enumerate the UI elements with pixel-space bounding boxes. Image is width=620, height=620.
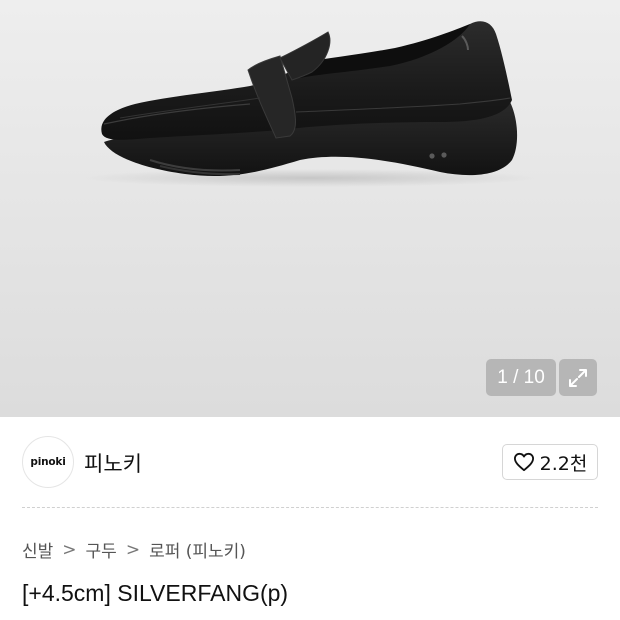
breadcrumb-item-shoes[interactable]: 신발 xyxy=(22,537,53,562)
image-counter: 1 / 10 xyxy=(486,359,556,396)
section-divider xyxy=(22,507,598,508)
like-button[interactable]: 2.2천 xyxy=(502,444,598,480)
breadcrumb-item-loafers[interactable]: 로퍼 (피노키) xyxy=(149,537,246,562)
brand-logo[interactable]: pinoki xyxy=(22,436,74,488)
brand-logo-text: pinoki xyxy=(30,456,66,468)
like-count: 2.2천 xyxy=(539,452,588,475)
heart-icon xyxy=(513,452,534,472)
chevron-right-icon: > xyxy=(62,539,77,560)
breadcrumb-item-dress-shoes[interactable]: 구두 xyxy=(86,537,117,562)
product-image-gallery[interactable]: 1 / 10 xyxy=(0,0,620,417)
breadcrumb: 신발 > 구두 > 로퍼 (피노키) xyxy=(22,537,246,563)
product-image[interactable] xyxy=(0,0,620,417)
product-title: [+4.5cm] SILVERFANG(p) xyxy=(22,580,289,606)
brand-name[interactable]: 피노키 xyxy=(84,448,142,478)
chevron-right-icon: > xyxy=(125,539,141,560)
brand-row: pinoki 피노키 2.2천 xyxy=(0,417,620,507)
expand-icon xyxy=(569,368,587,387)
expand-image-button[interactable] xyxy=(559,359,597,396)
